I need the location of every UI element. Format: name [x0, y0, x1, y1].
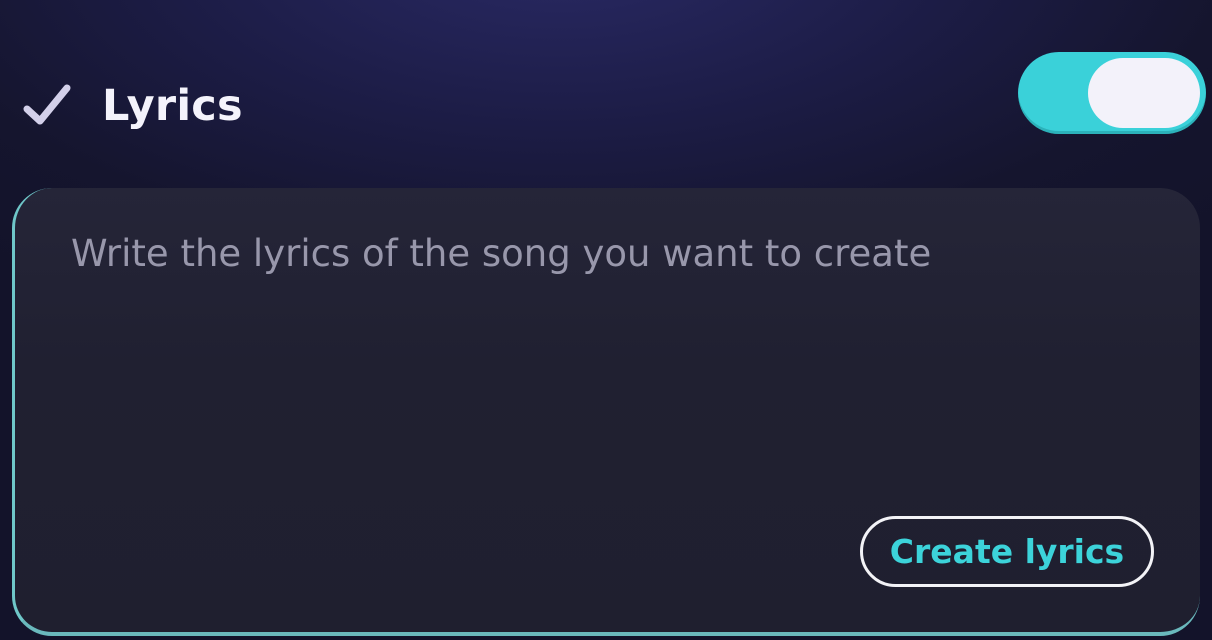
checkmark-icon — [23, 84, 71, 125]
lyrics-input[interactable] — [71, 228, 1151, 498]
section-title: Lyrics — [102, 81, 243, 131]
create-lyrics-button[interactable]: Create lyrics — [860, 516, 1154, 587]
lyrics-toggle[interactable] — [1018, 52, 1206, 134]
lyrics-editor-panel: Create lyrics — [12, 188, 1200, 636]
toggle-knob[interactable] — [1088, 58, 1200, 128]
lyrics-section-header: Lyrics — [0, 0, 1212, 190]
